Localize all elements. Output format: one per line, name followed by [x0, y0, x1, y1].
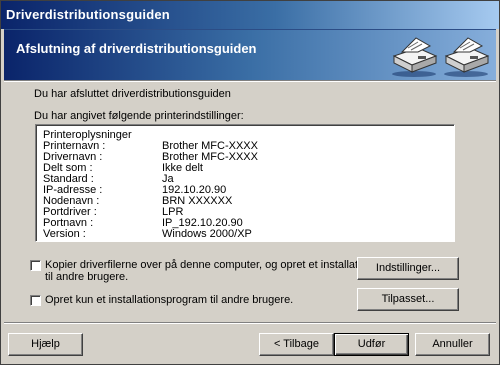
- list-item: Drivernavn : Brother MFC-XXXX: [43, 151, 443, 163]
- list-item: Standard : Ja: [43, 173, 443, 185]
- wizard-window: Driverdistributionsguiden Afslutning af …: [0, 0, 500, 365]
- list-item: Printernavn : Brother MFC-XXXX: [43, 140, 443, 152]
- list-item: Version : Windows 2000/XP: [43, 228, 443, 240]
- create-installer-checkbox[interactable]: [30, 295, 41, 306]
- window-title: Driverdistributionsguiden: [6, 7, 170, 22]
- settings-button[interactable]: Indstillinger...: [357, 257, 459, 280]
- settings-intro-text: Du har angivet følgende printerindstilli…: [34, 110, 244, 122]
- create-installer-label[interactable]: Opret kun et installationsprogram til an…: [45, 294, 293, 306]
- list-item: Nodenavn : BRN XXXXXX: [43, 195, 443, 207]
- back-button[interactable]: < Tilbage: [259, 333, 334, 356]
- list-item: IP-adresse : 192.10.20.90: [43, 184, 443, 196]
- finished-text: Du har afsluttet driverdistributionsguid…: [34, 88, 231, 100]
- banner-heading: Afslutning af driverdistributionsguiden: [16, 41, 257, 56]
- printer-info-list[interactable]: Printeroplysninger Printernavn : Brother…: [35, 124, 455, 242]
- copy-files-checkbox[interactable]: [30, 260, 41, 271]
- customize-button[interactable]: Tilpasset...: [357, 288, 459, 311]
- printer-icon: [392, 37, 438, 77]
- title-bar[interactable]: Driverdistributionsguiden: [1, 1, 499, 29]
- info-key: Version :: [43, 228, 86, 240]
- footer-separator: [4, 322, 496, 324]
- printer-icon: [444, 37, 490, 77]
- list-item: Portnavn : IP_192.10.20.90: [43, 217, 443, 229]
- finish-button[interactable]: Udfør: [334, 333, 409, 356]
- cancel-button[interactable]: Annuller: [415, 333, 490, 356]
- wizard-banner: Afslutning af driverdistributionsguiden: [4, 29, 496, 80]
- banner-separator: [4, 80, 496, 82]
- copy-files-label-line2[interactable]: til andre brugere.: [45, 271, 128, 283]
- help-button[interactable]: Hjælp: [8, 333, 83, 356]
- list-item: Portdriver : LPR: [43, 206, 443, 218]
- info-value: Windows 2000/XP: [162, 228, 252, 240]
- list-item: Delt som : Ikke delt: [43, 162, 443, 174]
